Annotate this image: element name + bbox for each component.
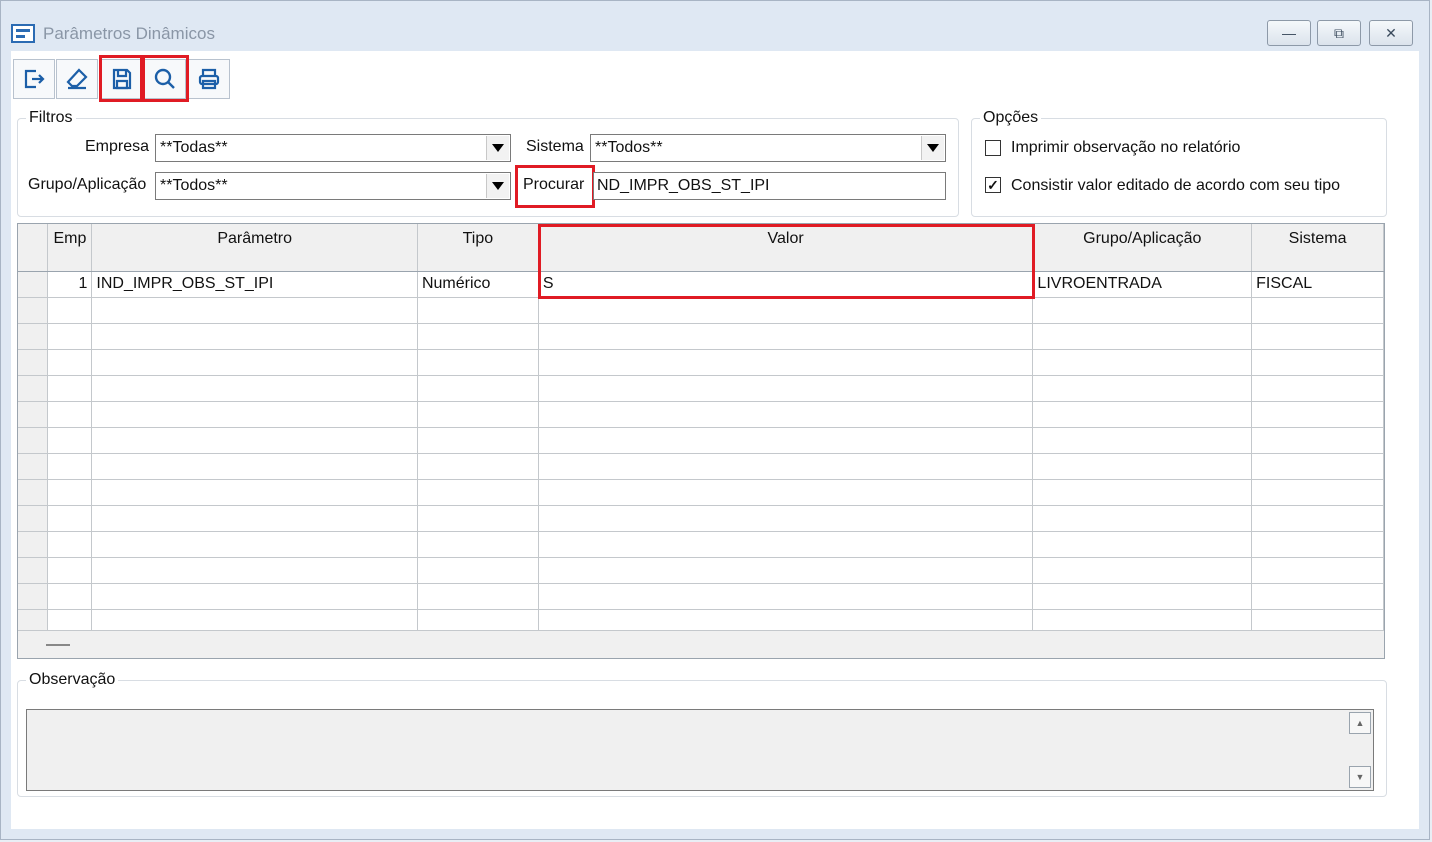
exit-icon: [24, 69, 45, 89]
grupo-value: **Todos**: [160, 177, 228, 194]
opt2-label[interactable]: Consistir valor editado de acordo com se…: [1011, 177, 1340, 195]
print-button[interactable]: [188, 59, 230, 99]
opt1-label[interactable]: Imprimir observação no relatório: [1011, 139, 1240, 157]
parameters-grid[interactable]: Emp Parâmetro Tipo Valor Grupo/Aplicação…: [17, 223, 1385, 659]
check-mark-icon: ✓: [987, 177, 999, 193]
search-button[interactable]: [144, 59, 186, 99]
table-row-empty[interactable]: [18, 349, 1384, 376]
magnifier-icon: [154, 68, 175, 89]
floppy-disk-icon: [112, 68, 132, 90]
table-row-empty[interactable]: [18, 479, 1384, 506]
observacao-group: Observação ▲ ▼: [17, 671, 1387, 797]
col-header-tipo[interactable]: Tipo: [417, 224, 539, 272]
empresa-value: **Todas**: [160, 139, 228, 156]
options-legend: Opções: [983, 109, 1039, 126]
minimize-button[interactable]: —: [1267, 20, 1311, 46]
chevron-down-icon[interactable]: [486, 136, 509, 160]
cell-tipo[interactable]: Numérico: [417, 271, 539, 298]
table-row-empty[interactable]: [18, 583, 1384, 610]
grid-horizontal-scrollbar[interactable]: [18, 630, 1384, 658]
title-bar[interactable]: Parâmetros Dinâmicos — ⧉ ✕: [1, 1, 1429, 51]
observacao-legend: Observação: [29, 671, 116, 688]
grupo-label: Grupo/Aplicação: [28, 176, 147, 193]
printer-icon: [198, 68, 220, 90]
table-row-empty[interactable]: [18, 323, 1384, 350]
procurar-value: ND_IMPR_OBS_ST_IPI: [597, 177, 770, 194]
app-icon: [11, 24, 35, 43]
observacao-scrollbar[interactable]: ▲ ▼: [1347, 710, 1373, 790]
empresa-label: Empresa: [85, 138, 150, 155]
scroll-down-button[interactable]: ▼: [1349, 766, 1371, 788]
eraser-icon: [66, 68, 88, 90]
opt2-checkbox[interactable]: ✓: [985, 177, 1001, 193]
col-header-emp[interactable]: Emp: [47, 224, 93, 272]
col-header-parametro[interactable]: Parâmetro: [91, 224, 418, 272]
observacao-textarea[interactable]: ▲ ▼: [26, 709, 1374, 791]
table-row-empty[interactable]: [18, 505, 1384, 532]
procurar-label: Procurar: [523, 176, 585, 193]
client-area: Filtros Empresa **Todas** Sistema **Todo…: [11, 51, 1419, 829]
table-row-empty[interactable]: [18, 557, 1384, 584]
close-icon: ✕: [1385, 24, 1397, 41]
procurar-input[interactable]: ND_IMPR_OBS_ST_IPI: [593, 172, 946, 200]
table-row-empty[interactable]: [18, 453, 1384, 480]
chevron-down-icon[interactable]: [486, 174, 509, 198]
grid-table: Emp Parâmetro Tipo Valor Grupo/Aplicação…: [18, 224, 1384, 658]
cell-grupo[interactable]: LIVROENTRADA: [1032, 271, 1253, 298]
table-row-empty[interactable]: [18, 401, 1384, 428]
sistema-select[interactable]: **Todos**: [590, 134, 946, 162]
cell-sistema[interactable]: FISCAL: [1251, 271, 1384, 298]
filters-legend: Filtros: [29, 109, 73, 126]
empresa-select[interactable]: **Todas**: [155, 134, 511, 162]
row-indicator[interactable]: [18, 271, 49, 298]
table-row[interactable]: 1 IND_IMPR_OBS_ST_IPI Numérico S LIVROEN…: [18, 271, 1384, 298]
options-group: Opções: [971, 109, 1387, 217]
sistema-value: **Todos**: [595, 139, 663, 156]
filters-group: Filtros: [17, 109, 959, 217]
col-header-valor[interactable]: Valor: [538, 224, 1034, 272]
close-button[interactable]: ✕: [1369, 20, 1413, 46]
table-row-empty[interactable]: [18, 375, 1384, 402]
window-title: Parâmetros Dinâmicos: [43, 24, 215, 43]
table-row-empty[interactable]: [18, 427, 1384, 454]
col-header-grupo[interactable]: Grupo/Aplicação: [1032, 224, 1253, 272]
col-header-sistema[interactable]: Sistema: [1251, 224, 1384, 272]
triangle-up-icon: ▲: [1355, 718, 1365, 728]
cell-valor[interactable]: S: [538, 271, 1034, 298]
app-window: Parâmetros Dinâmicos — ⧉ ✕ Filtros Empre…: [0, 0, 1430, 840]
sistema-label: Sistema: [526, 138, 584, 155]
cell-parametro[interactable]: IND_IMPR_OBS_ST_IPI: [91, 271, 418, 298]
save-button[interactable]: [101, 59, 143, 99]
opt1-checkbox[interactable]: [985, 140, 1001, 156]
triangle-down-icon: ▼: [1355, 772, 1365, 782]
cell-emp[interactable]: 1: [47, 271, 93, 298]
table-row-empty[interactable]: [18, 297, 1384, 324]
grid-header-row: Emp Parâmetro Tipo Valor Grupo/Aplicação…: [18, 224, 1384, 272]
row-indicator-header: [18, 224, 49, 272]
clear-button[interactable]: [56, 59, 98, 99]
table-row-empty[interactable]: [18, 531, 1384, 558]
exit-button[interactable]: [13, 59, 55, 99]
restore-icon: ⧉: [1334, 24, 1344, 41]
minimize-icon: —: [1282, 25, 1296, 41]
restore-button[interactable]: ⧉: [1317, 20, 1361, 46]
scroll-up-button[interactable]: ▲: [1349, 712, 1371, 734]
grupo-select[interactable]: **Todos**: [155, 172, 511, 200]
chevron-down-icon[interactable]: [921, 136, 944, 160]
